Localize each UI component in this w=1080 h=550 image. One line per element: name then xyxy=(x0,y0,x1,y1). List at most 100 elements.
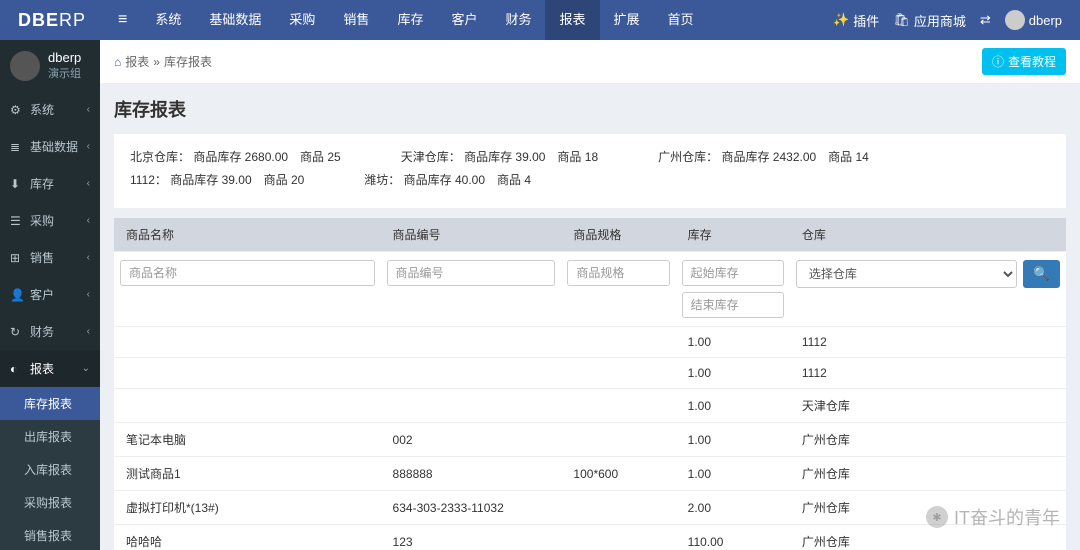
topnav-item[interactable]: 销售 xyxy=(329,0,383,40)
filter-sn-input[interactable] xyxy=(387,260,556,286)
user-info: dberp 演示组 xyxy=(48,50,81,81)
topnav-item[interactable]: 财务 xyxy=(491,0,545,40)
table-row[interactable]: 笔记本电脑0021.00广州仓库 xyxy=(114,423,1066,457)
sidebar-item[interactable]: ↻财务‹ xyxy=(0,313,100,350)
chevron-icon: ‹ xyxy=(87,326,90,337)
cell-spec xyxy=(561,327,675,358)
app-market-link[interactable]: 🛍应用商城 xyxy=(893,11,966,30)
cell-wh: 1112 xyxy=(790,327,1066,358)
topnav-item[interactable]: 报表 xyxy=(545,0,599,40)
topnav-item[interactable]: 客户 xyxy=(437,0,491,40)
table-row[interactable]: 1.00天津仓库 xyxy=(114,389,1066,423)
submenu-item[interactable]: 入库报表 xyxy=(0,453,100,486)
main-content: ⌂ 报表 » 库存报表 ⓘ查看教程 库存报表 北京仓库： 商品库存 2680.0… xyxy=(100,40,1080,550)
submenu-item[interactable]: 出库报表 xyxy=(0,420,100,453)
cell-spec xyxy=(561,491,675,525)
menu-icon: ◐ xyxy=(10,362,24,376)
submenu-item[interactable]: 采购报表 xyxy=(0,486,100,519)
table-row[interactable]: 虚拟打印机*(13#)634-303-2333-110322.00广州仓库 xyxy=(114,491,1066,525)
topnav-item[interactable]: 采购 xyxy=(275,0,329,40)
breadcrumb-bar: ⌂ 报表 » 库存报表 ⓘ查看教程 xyxy=(100,40,1080,84)
table-row[interactable]: 哈哈哈123110.00广州仓库 xyxy=(114,525,1066,550)
chevron-icon: ‹ xyxy=(87,178,90,189)
table-row[interactable]: 1.001112 xyxy=(114,358,1066,389)
topnav-item[interactable]: 基础数据 xyxy=(195,0,275,40)
sidebar-item[interactable]: ⚙系统‹ xyxy=(0,91,100,128)
cell-sn xyxy=(381,327,562,358)
user-menu[interactable]: dberp xyxy=(1005,10,1062,30)
info-icon: ⓘ xyxy=(992,53,1004,70)
user-name: dberp xyxy=(48,50,81,65)
menu-icon: ≣ xyxy=(10,140,24,154)
menu-toggle-icon[interactable]: ≡ xyxy=(104,11,141,29)
top-nav: 系统基础数据采购销售库存客户财务报表扩展首页 xyxy=(141,0,707,40)
avatar xyxy=(1005,10,1025,30)
filter-stock-start-input[interactable] xyxy=(682,260,784,286)
chevron-icon: ‹ xyxy=(87,141,90,152)
chevron-icon: ‹ xyxy=(87,252,90,263)
cell-spec: 100*600 xyxy=(561,457,675,491)
menu-icon: ⚙ xyxy=(10,103,24,117)
filter-warehouse-select[interactable]: 选择仓库 xyxy=(796,260,1018,288)
sidebar-item[interactable]: ⊞销售‹ xyxy=(0,239,100,276)
menu-label: 客户 xyxy=(30,286,87,303)
cell-sn: 888888 xyxy=(381,457,562,491)
table-row[interactable]: 1.001112 xyxy=(114,327,1066,358)
side-menu: ⚙系统‹≣基础数据‹⬇库存‹☰采购‹⊞销售‹👤客户‹↻财务‹◐报表⌄库存报表出库… xyxy=(0,91,100,550)
home-icon[interactable]: ⌂ xyxy=(114,55,121,69)
topnav-item[interactable]: 扩展 xyxy=(600,0,654,40)
sidebar-item[interactable]: ⬇库存‹ xyxy=(0,165,100,202)
cell-sn xyxy=(381,389,562,423)
sidebar-item[interactable]: ≣基础数据‹ xyxy=(0,128,100,165)
cell-name: 虚拟打印机*(13#) xyxy=(114,491,381,525)
submenu-item[interactable]: 销售报表 xyxy=(0,519,100,550)
brand-part2: RP xyxy=(59,10,86,30)
breadcrumb: ⌂ 报表 » 库存报表 xyxy=(114,53,212,70)
topnav-item[interactable]: 系统 xyxy=(141,0,195,40)
user-panel: dberp 演示组 xyxy=(0,40,100,91)
col-name: 商品名称 xyxy=(114,218,381,252)
col-warehouse: 仓库 xyxy=(790,218,1066,252)
filter-stock-end-input[interactable] xyxy=(682,292,784,318)
cell-name xyxy=(114,327,381,358)
plugin-link[interactable]: ✨插件 xyxy=(833,11,879,30)
breadcrumb-parent[interactable]: 报表 xyxy=(125,53,149,70)
breadcrumb-current: 库存报表 xyxy=(164,53,212,70)
cell-stock: 110.00 xyxy=(676,525,790,550)
sidebar-item[interactable]: 👤客户‹ xyxy=(0,276,100,313)
filter-name-input[interactable] xyxy=(120,260,375,286)
filter-row: 选择仓库 🔍 xyxy=(114,252,1066,327)
menu-label: 销售 xyxy=(30,249,87,266)
view-guide-button[interactable]: ⓘ查看教程 xyxy=(982,48,1066,75)
cell-stock: 1.00 xyxy=(676,423,790,457)
cell-name: 哈哈哈 xyxy=(114,525,381,550)
submenu: 库存报表出库报表入库报表采购报表销售报表收款报表付款报表利润报表 xyxy=(0,387,100,550)
cell-stock: 1.00 xyxy=(676,389,790,423)
brand-logo: DBERP xyxy=(0,10,104,31)
summary-cell: 北京仓库： 商品库存 2680.00 商品 25 xyxy=(130,148,341,165)
cell-spec xyxy=(561,423,675,457)
summary-cell: 潍坊： 商品库存 40.00 商品 4 xyxy=(364,171,531,188)
menu-label: 系统 xyxy=(30,101,87,118)
bag-icon: 🛍 xyxy=(893,12,910,28)
table-row[interactable]: 测试商品1888888100*6001.00广州仓库 xyxy=(114,457,1066,491)
cell-stock: 2.00 xyxy=(676,491,790,525)
topnav-item[interactable]: 库存 xyxy=(383,0,437,40)
sidebar-item[interactable]: ◐报表⌄ xyxy=(0,350,100,387)
market-label: 应用商城 xyxy=(914,11,966,30)
cell-spec xyxy=(561,389,675,423)
search-button[interactable]: 🔍 xyxy=(1023,260,1060,288)
submenu-item[interactable]: 库存报表 xyxy=(0,387,100,420)
sidebar: dberp 演示组 ⚙系统‹≣基础数据‹⬇库存‹☰采购‹⊞销售‹👤客户‹↻财务‹… xyxy=(0,40,100,550)
filter-spec-input[interactable] xyxy=(567,260,669,286)
cell-sn xyxy=(381,358,562,389)
cell-spec xyxy=(561,525,675,550)
cell-name: 测试商品1 xyxy=(114,457,381,491)
cell-stock: 1.00 xyxy=(676,327,790,358)
sidebar-item[interactable]: ☰采购‹ xyxy=(0,202,100,239)
cell-wh: 广州仓库 xyxy=(790,491,1066,525)
topnav-item[interactable]: 首页 xyxy=(654,0,708,40)
translate-icon[interactable]: ⇄ xyxy=(980,12,991,28)
guide-label: 查看教程 xyxy=(1008,53,1056,70)
summary-cell: 1112： 商品库存 39.00 商品 20 xyxy=(130,171,304,188)
